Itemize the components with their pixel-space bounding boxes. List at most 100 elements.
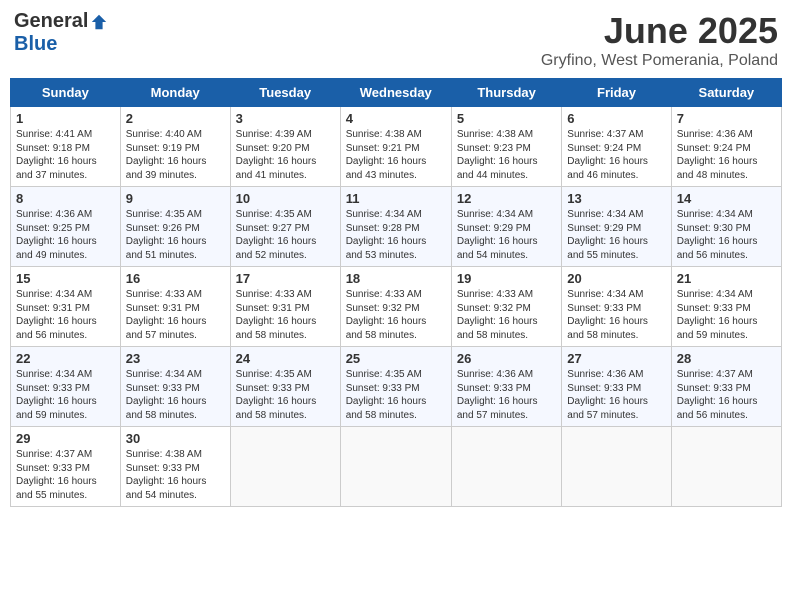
day-header-sunday: Sunday: [11, 79, 121, 107]
day-number: 26: [457, 351, 556, 366]
day-number: 16: [126, 271, 225, 286]
calendar-cell: 7Sunrise: 4:36 AM Sunset: 9:24 PM Daylig…: [671, 107, 781, 187]
day-number: 5: [457, 111, 556, 126]
calendar-cell: 26 Sunrise: 4:36 AM Sunset: 9:33 PM Dayli…: [451, 347, 561, 427]
day-number: 10: [236, 191, 335, 206]
calendar-cell: 17Sunrise: 4:33 AM Sunset: 9:31 PM Dayli…: [230, 267, 340, 347]
subtitle: Gryfino, West Pomerania, Poland: [541, 52, 778, 70]
day-number: 3: [236, 111, 335, 126]
day-info: Sunrise: 4:33 AM Sunset: 9:31 PM Dayligh…: [236, 288, 335, 342]
day-info: Sunrise: 4:34 AM Sunset: 9:33 PM Dayligh…: [567, 288, 665, 342]
day-info: Sunrise: 4:38 AM Sunset: 9:21 PM Dayligh…: [346, 128, 446, 182]
day-info: Sunrise: 4:38 AM Sunset: 9:33 PM Dayligh…: [126, 448, 225, 502]
title-area: June 2025 Gryfino, West Pomerania, Polan…: [541, 10, 778, 70]
day-info: Sunrise: 4:36 AM Sunset: 9:33 PM Dayligh…: [457, 368, 556, 422]
calendar-cell: 6 Sunrise: 4:37 AM Sunset: 9:24 PM Daylig…: [562, 107, 671, 187]
day-number: 12: [457, 191, 556, 206]
calendar-week-row: 29Sunrise: 4:37 AM Sunset: 9:33 PM Dayli…: [11, 427, 782, 507]
day-header-saturday: Saturday: [671, 79, 781, 107]
day-number: 14: [677, 191, 776, 206]
day-info: Sunrise: 4:35 AM Sunset: 9:26 PM Dayligh…: [126, 208, 225, 262]
day-number: 1: [16, 111, 115, 126]
calendar-cell: 4 Sunrise: 4:38 AM Sunset: 9:21 PM Daylig…: [340, 107, 451, 187]
day-info: Sunrise: 4:33 AM Sunset: 9:31 PM Dayligh…: [126, 288, 225, 342]
day-info: Sunrise: 4:36 AM Sunset: 9:25 PM Dayligh…: [16, 208, 115, 262]
day-header-friday: Friday: [562, 79, 671, 107]
day-number: 4: [346, 111, 446, 126]
calendar-cell: 21 Sunrise: 4:34 AM Sunset: 9:33 PM Dayli…: [671, 267, 781, 347]
calendar-week-row: 22 Sunrise: 4:34 AM Sunset: 9:33 PM Dayli…: [11, 347, 782, 427]
calendar-cell: [340, 427, 451, 507]
day-info: Sunrise: 4:34 AM Sunset: 9:31 PM Dayligh…: [16, 288, 115, 342]
calendar-cell: 16 Sunrise: 4:33 AM Sunset: 9:31 PM Dayli…: [120, 267, 230, 347]
day-header-tuesday: Tuesday: [230, 79, 340, 107]
calendar-cell: [451, 427, 561, 507]
day-info: Sunrise: 4:35 AM Sunset: 9:33 PM Dayligh…: [236, 368, 335, 422]
day-header-monday: Monday: [120, 79, 230, 107]
header: General Blue June 2025 Gryfino, West Pom…: [10, 10, 782, 70]
day-number: 8: [16, 191, 115, 206]
calendar-cell: 13 Sunrise: 4:34 AM Sunset: 9:29 PM Dayli…: [562, 187, 671, 267]
day-number: 22: [16, 351, 115, 366]
day-number: 6: [567, 111, 665, 126]
calendar-week-row: 15 Sunrise: 4:34 AM Sunset: 9:31 PM Dayli…: [11, 267, 782, 347]
calendar-cell: 27 Sunrise: 4:36 AM Sunset: 9:33 PM Dayli…: [562, 347, 671, 427]
day-info: Sunrise: 4:34 AM Sunset: 9:28 PM Dayligh…: [346, 208, 446, 262]
calendar-cell: [562, 427, 671, 507]
day-info: Sunrise: 4:37 AM Sunset: 9:24 PM Dayligh…: [567, 128, 665, 182]
day-info: Sunrise: 4:40 AM Sunset: 9:19 PM Dayligh…: [126, 128, 225, 182]
day-number: 13: [567, 191, 665, 206]
day-number: 21: [677, 271, 776, 286]
day-info: Sunrise: 4:39 AM Sunset: 9:20 PM Dayligh…: [236, 128, 335, 182]
day-number: 19: [457, 271, 556, 286]
day-info: Sunrise: 4:33 AM Sunset: 9:32 PM Dayligh…: [346, 288, 446, 342]
calendar-cell: 23 Sunrise: 4:34 AM Sunset: 9:33 PM Dayli…: [120, 347, 230, 427]
calendar-cell: 12Sunrise: 4:34 AM Sunset: 9:29 PM Dayli…: [451, 187, 561, 267]
calendar-cell: 19Sunrise: 4:33 AM Sunset: 9:32 PM Dayli…: [451, 267, 561, 347]
day-number: 28: [677, 351, 776, 366]
day-number: 25: [346, 351, 446, 366]
calendar-cell: [230, 427, 340, 507]
day-info: Sunrise: 4:34 AM Sunset: 9:33 PM Dayligh…: [126, 368, 225, 422]
calendar-cell: 2Sunrise: 4:40 AM Sunset: 9:19 PM Daylig…: [120, 107, 230, 187]
day-number: 20: [567, 271, 665, 286]
calendar-cell: 15 Sunrise: 4:34 AM Sunset: 9:31 PM Dayli…: [11, 267, 121, 347]
calendar: SundayMondayTuesdayWednesdayThursdayFrid…: [10, 78, 782, 507]
day-info: Sunrise: 4:34 AM Sunset: 9:30 PM Dayligh…: [677, 208, 776, 262]
day-number: 23: [126, 351, 225, 366]
day-number: 9: [126, 191, 225, 206]
calendar-cell: 29Sunrise: 4:37 AM Sunset: 9:33 PM Dayli…: [11, 427, 121, 507]
calendar-cell: 25 Sunrise: 4:35 AM Sunset: 9:33 PM Dayli…: [340, 347, 451, 427]
day-header-wednesday: Wednesday: [340, 79, 451, 107]
calendar-cell: 22Sunrise: 4:34 AM Sunset: 9:33 PM Dayli…: [11, 347, 121, 427]
calendar-cell: 10Sunrise: 4:35 AM Sunset: 9:27 PM Dayli…: [230, 187, 340, 267]
logo-general: General: [14, 10, 88, 33]
calendar-header-row: SundayMondayTuesdayWednesdayThursdayFrid…: [11, 79, 782, 107]
day-info: Sunrise: 4:41 AM Sunset: 9:18 PM Dayligh…: [16, 128, 115, 182]
calendar-cell: 8 Sunrise: 4:36 AM Sunset: 9:25 PM Daylig…: [11, 187, 121, 267]
logo-blue: Blue: [14, 33, 57, 55]
day-info: Sunrise: 4:35 AM Sunset: 9:33 PM Dayligh…: [346, 368, 446, 422]
calendar-week-row: 8 Sunrise: 4:36 AM Sunset: 9:25 PM Daylig…: [11, 187, 782, 267]
day-info: Sunrise: 4:37 AM Sunset: 9:33 PM Dayligh…: [16, 448, 115, 502]
day-info: Sunrise: 4:34 AM Sunset: 9:29 PM Dayligh…: [567, 208, 665, 262]
day-info: Sunrise: 4:36 AM Sunset: 9:24 PM Dayligh…: [677, 128, 776, 182]
main-title: June 2025: [541, 10, 778, 52]
day-number: 18: [346, 271, 446, 286]
calendar-cell: [671, 427, 781, 507]
calendar-cell: 28 Sunrise: 4:37 AM Sunset: 9:33 PM Dayli…: [671, 347, 781, 427]
calendar-cell: 9 Sunrise: 4:35 AM Sunset: 9:26 PM Daylig…: [120, 187, 230, 267]
day-info: Sunrise: 4:37 AM Sunset: 9:33 PM Dayligh…: [677, 368, 776, 422]
day-number: 15: [16, 271, 115, 286]
calendar-cell: 30 Sunrise: 4:38 AM Sunset: 9:33 PM Dayli…: [120, 427, 230, 507]
calendar-cell: 3 Sunrise: 4:39 AM Sunset: 9:20 PM Daylig…: [230, 107, 340, 187]
calendar-cell: 18 Sunrise: 4:33 AM Sunset: 9:32 PM Dayli…: [340, 267, 451, 347]
day-number: 30: [126, 431, 225, 446]
calendar-cell: 24Sunrise: 4:35 AM Sunset: 9:33 PM Dayli…: [230, 347, 340, 427]
day-info: Sunrise: 4:34 AM Sunset: 9:33 PM Dayligh…: [677, 288, 776, 342]
day-info: Sunrise: 4:36 AM Sunset: 9:33 PM Dayligh…: [567, 368, 665, 422]
logo-icon: [90, 13, 108, 31]
day-number: 27: [567, 351, 665, 366]
logo: General Blue: [14, 10, 110, 56]
calendar-cell: 11Sunrise: 4:34 AM Sunset: 9:28 PM Dayli…: [340, 187, 451, 267]
